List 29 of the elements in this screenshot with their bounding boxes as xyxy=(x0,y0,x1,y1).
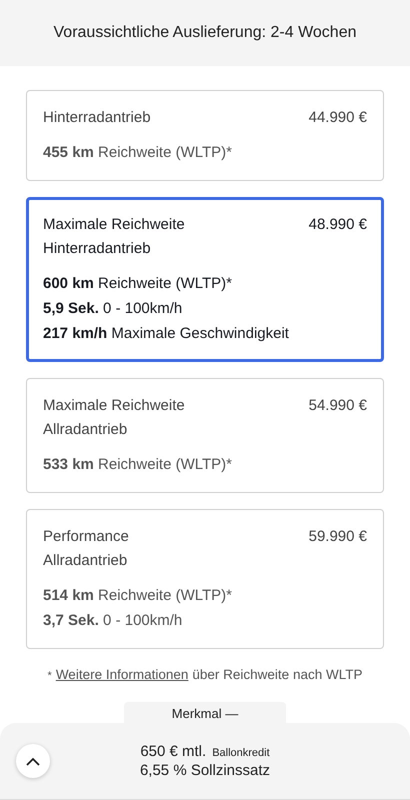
interest-rate: 6,55 % Sollzinssatz xyxy=(140,762,270,780)
delivery-text: Voraussichtliche Auslieferung: 2-4 Wochen xyxy=(54,24,356,42)
spec-text: 533 km Reichweite (WLTP)* xyxy=(43,454,233,475)
more-info-link[interactable]: Weitere Informationen xyxy=(56,666,188,682)
loan-type: Ballonkredit xyxy=(212,747,270,760)
spec-text: 600 km Reichweite (WLTP)* xyxy=(43,274,233,294)
asterisk-text: * xyxy=(48,670,52,682)
spec-text: 514 km Reichweite (WLTP)* xyxy=(43,586,233,606)
footnote-text: über Reichweite nach WLTP xyxy=(192,666,362,682)
variant-name: Performance Allradantrieb xyxy=(43,526,129,571)
spec-text: 3,7 Sek. 0 - 100km/h xyxy=(43,610,184,631)
spec-text: 455 km Reichweite (WLTP)* xyxy=(43,142,233,163)
variant-card[interactable]: Hinterradantrieb 44.990 € 455 km Reichweite (WLTP)* xyxy=(26,90,384,181)
variant-price: 54.990 € xyxy=(308,396,367,416)
spec-text: 5,9 Sek. 0 - 100km/h xyxy=(43,298,184,319)
variant-price: 59.990 € xyxy=(308,526,367,547)
variant-name: Hinterradantrieb xyxy=(43,108,151,128)
variant-price: 48.990 € xyxy=(308,214,367,235)
spec-text: 217 km/h Maximale Geschwindigkeit xyxy=(43,324,290,344)
variant-name: Maximale Reichweite Hinterradantrieb xyxy=(43,214,185,259)
monthly-payment: 650 € mtl. xyxy=(140,743,206,760)
variant-card[interactable]: Maximale Reichweite Allradantrieb 54.990 € 533 km Reichweite (WLTP)* xyxy=(26,378,384,493)
variant-price: 44.990 € xyxy=(308,108,367,128)
variant-card[interactable]: Maximale Reichweite Hinterradantrieb 48.990 € 600 km Reichweite (WLTP)* 5,9 Sek. 0 - 100km/h 217 km/h Maximale Geschwindigkeit xyxy=(26,196,384,362)
feature-tab[interactable]: Merkmal — xyxy=(124,702,286,724)
variant-name: Maximale Reichweite Allradantrieb xyxy=(43,396,185,440)
chevron-up-icon xyxy=(26,756,40,766)
expand-button[interactable] xyxy=(16,744,50,778)
variant-card[interactable]: Performance Allradantrieb 59.990 € 514 km Reichweite (WLTP)* 3,7 Sek. 0 - 100km/h xyxy=(26,508,384,649)
